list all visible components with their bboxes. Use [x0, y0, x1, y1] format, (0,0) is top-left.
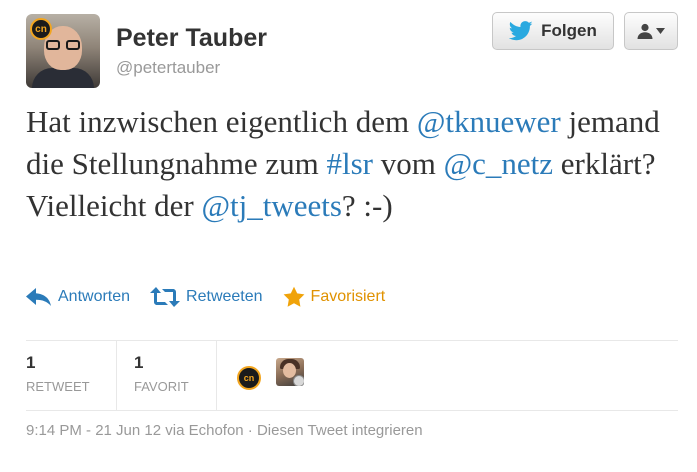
- retweets-label: RETWEET: [26, 379, 90, 394]
- tweet-meta: 9:14 PM - 21 Jun 12 via Echofon · Diesen…: [26, 422, 423, 439]
- mention-link[interactable]: @tknuewer: [417, 104, 561, 139]
- avatar-badge: cn: [30, 18, 52, 40]
- tweet-header: cn Peter Tauber @petertauber Folgen: [26, 12, 678, 90]
- retweet-icon: [150, 287, 181, 307]
- user-actions-button[interactable]: [624, 12, 678, 50]
- author-avatar[interactable]: cn: [26, 14, 100, 88]
- avatar-suit: [32, 68, 94, 88]
- follow-button[interactable]: Folgen: [492, 12, 614, 50]
- favorites-label: FAVORIT: [134, 379, 189, 394]
- avatar-glasses: [46, 40, 80, 50]
- retweets-count: 1: [26, 353, 36, 372]
- caret-down-icon: [656, 28, 665, 34]
- author-name[interactable]: Peter Tauber: [116, 24, 267, 53]
- tweet-text-segment: Hat inzwischen eigentlich dem: [26, 104, 417, 139]
- tweet-text: Hat inzwischen eigentlich dem @tknuewer …: [26, 101, 676, 227]
- divider: [26, 410, 678, 411]
- favorite-action[interactable]: Favorisiert: [283, 286, 386, 308]
- favorites-stat[interactable]: 1 FAVORIT: [134, 341, 216, 411]
- retweets-stat[interactable]: 1 RETWEET: [26, 341, 116, 411]
- engager-avatar[interactable]: cn: [237, 366, 261, 390]
- stats-separator: [216, 341, 217, 411]
- retweet-label: Retweeten: [186, 288, 263, 305]
- engager-avatar[interactable]: [276, 358, 304, 386]
- author-handle[interactable]: @petertauber: [116, 58, 220, 78]
- mention-link[interactable]: @tj_tweets: [201, 188, 341, 223]
- tweet-actions: Antworten Retweeten Favorisiert: [26, 284, 405, 310]
- retweet-action[interactable]: Retweeten: [150, 287, 263, 307]
- reply-action[interactable]: Antworten: [26, 288, 130, 306]
- favorites-count: 1: [134, 353, 144, 372]
- mention-link[interactable]: @c_netz: [444, 146, 553, 181]
- follow-button-label: Folgen: [541, 21, 597, 40]
- hashtag-link[interactable]: #lsr: [326, 146, 373, 181]
- favorite-label: Favorisiert: [310, 288, 386, 305]
- divider: [26, 340, 678, 341]
- reply-label: Antworten: [58, 288, 131, 305]
- stats-separator: [116, 341, 117, 411]
- verified-badge-icon: [293, 375, 304, 386]
- reply-arrow-icon: [26, 288, 51, 306]
- star-icon: [283, 286, 304, 307]
- tweet-text-segment: vom: [372, 146, 444, 181]
- tweet-text-segment: ? :-): [341, 188, 393, 223]
- user-icon: [637, 23, 653, 39]
- twitter-bird-icon: [509, 21, 533, 41]
